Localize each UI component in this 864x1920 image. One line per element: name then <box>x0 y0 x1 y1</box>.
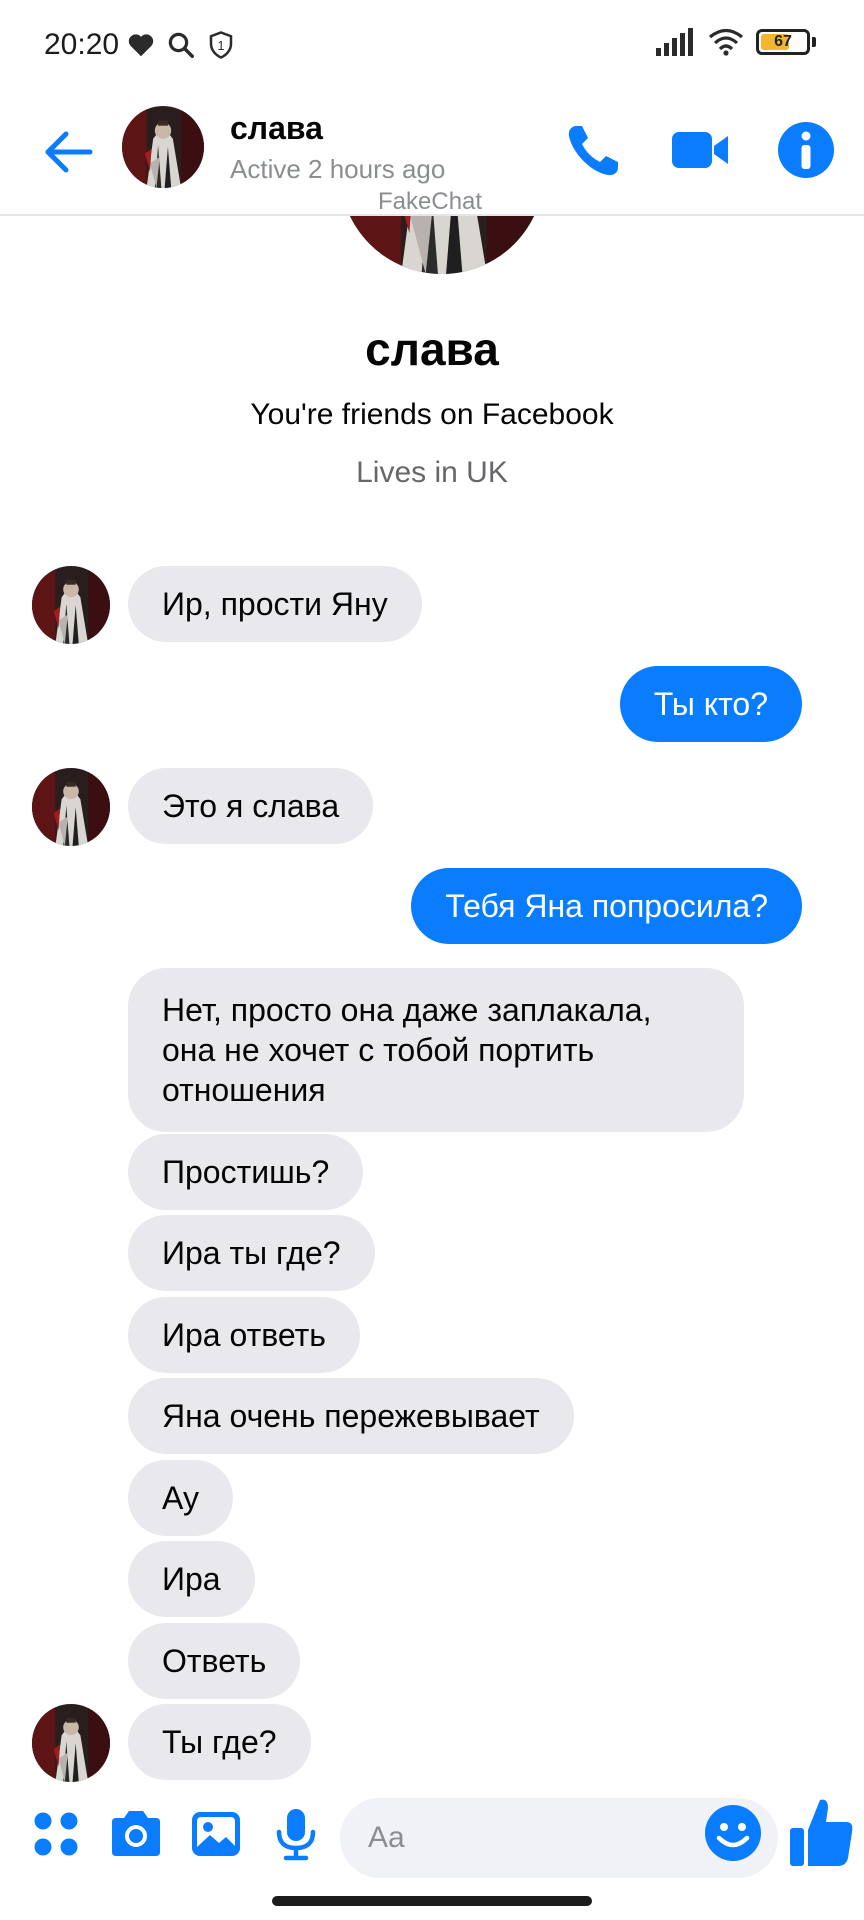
message-bubble-incoming[interactable]: Ир, прости Яну <box>128 566 422 642</box>
contact-name[interactable]: слава <box>230 110 323 147</box>
back-arrow-icon[interactable] <box>40 122 100 182</box>
message-bubble-incoming[interactable]: Нет, просто она даже заплакала, она не х… <box>128 968 744 1132</box>
microphone-icon[interactable] <box>266 1804 326 1864</box>
shield-icon: 1 <box>209 31 233 59</box>
status-bar: 20:20 1 67 <box>0 0 864 92</box>
message-bubble-incoming[interactable]: Простишь? <box>128 1134 364 1210</box>
home-indicator[interactable] <box>272 1896 592 1906</box>
battery-body: 67 <box>756 29 810 55</box>
active-status: Active 2 hours ago <box>230 154 446 184</box>
message-bubble-incoming[interactable]: Это я слава <box>128 768 374 844</box>
message-bubble-incoming[interactable]: Ира <box>128 1541 255 1617</box>
avatar[interactable] <box>122 106 204 188</box>
message-bubble-outgoing[interactable]: Ты кто? <box>619 666 802 742</box>
info-icon[interactable] <box>774 118 838 182</box>
message-bubble-incoming[interactable]: Ира ответь <box>128 1297 360 1373</box>
heart-icon <box>128 34 154 57</box>
message-bubble-incoming[interactable]: Ты где? <box>128 1704 311 1780</box>
search-icon <box>168 32 194 58</box>
message-bubble-outgoing[interactable]: Тебя Яна попросила? <box>411 868 802 944</box>
sender-avatar[interactable] <box>32 566 110 644</box>
profile-friends-text: You're friends on Facebook <box>250 398 614 431</box>
sender-avatar[interactable] <box>32 768 110 846</box>
signal-icon <box>656 28 693 56</box>
profile-location: Lives in UK <box>356 456 508 489</box>
message-bubble-incoming[interactable]: Ответь <box>128 1623 301 1699</box>
composer-bar <box>0 1790 864 1886</box>
status-left-icons: 1 <box>126 30 236 60</box>
svg-text:1: 1 <box>218 39 225 53</box>
battery-label: 67 <box>774 33 792 50</box>
apps-icon[interactable] <box>26 1804 86 1864</box>
battery-tip <box>812 37 816 47</box>
status-time: 20:20 <box>44 28 120 61</box>
emoji-icon[interactable] <box>702 1802 764 1864</box>
video-camera-icon[interactable] <box>668 118 732 182</box>
message-bubble-incoming[interactable]: Ау <box>128 1460 233 1536</box>
chat-header: слава Active 2 hours ago FakeChat <box>0 92 864 216</box>
sender-avatar[interactable] <box>32 1704 110 1782</box>
wifi-icon <box>708 28 744 56</box>
watermark: FakeChat <box>378 188 483 215</box>
thumbs-up-icon[interactable] <box>786 1794 856 1870</box>
battery-icon: 67 <box>756 29 816 55</box>
gallery-icon[interactable] <box>186 1804 246 1864</box>
camera-icon[interactable] <box>106 1804 166 1864</box>
message-bubble-incoming[interactable]: Ира ты где? <box>128 1215 375 1291</box>
profile-name: слава <box>365 323 499 375</box>
status-right-icons: 67 <box>656 28 816 56</box>
message-bubble-incoming[interactable]: Яна очень пережевывает <box>128 1378 574 1454</box>
phone-icon[interactable] <box>562 118 626 182</box>
